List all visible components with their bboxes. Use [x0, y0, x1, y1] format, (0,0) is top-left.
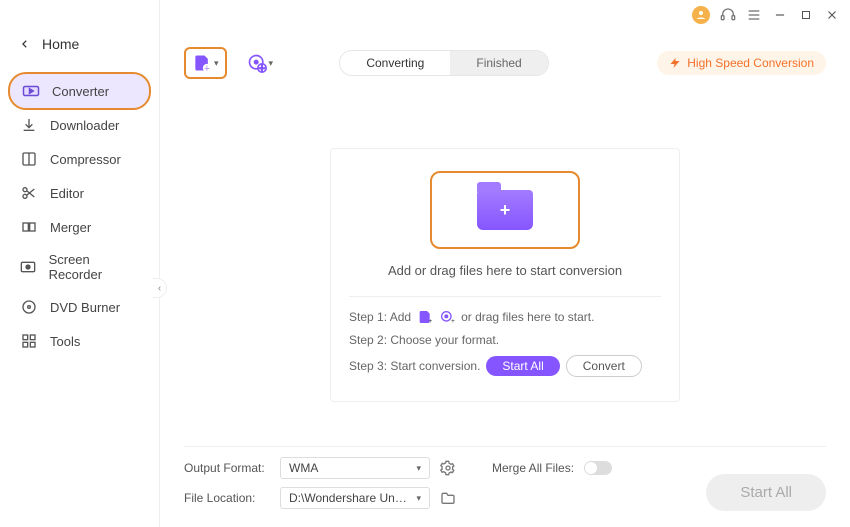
lightning-icon [669, 57, 681, 69]
settings-icon[interactable] [440, 460, 456, 476]
toolbar: ＋ ▾ ＋ ▾ Converting Finished High Speed C… [184, 42, 826, 84]
add-disc-icon: ＋ [247, 53, 267, 73]
file-location-select[interactable]: D:\Wondershare UniConverter 1 ▾ [280, 487, 430, 509]
open-folder-icon[interactable] [440, 491, 456, 505]
merger-icon [20, 218, 38, 236]
dropzone-text: Add or drag files here to start conversi… [349, 263, 661, 278]
add-files-dropzone[interactable]: + [430, 171, 580, 249]
back-icon [20, 39, 30, 49]
sidebar-item-converter[interactable]: Converter [10, 74, 149, 108]
output-format-value: WMA [289, 461, 318, 475]
grid-icon [20, 332, 38, 350]
tab-converting[interactable]: Converting [340, 51, 450, 75]
scissors-icon [20, 184, 38, 202]
dropzone: + Add or drag files here to start conver… [330, 148, 680, 402]
sidebar-item-tools[interactable]: Tools [0, 324, 159, 358]
svg-text:＋: ＋ [204, 65, 211, 73]
svg-text:+: + [451, 318, 455, 325]
maximize-button[interactable] [798, 7, 814, 23]
add-file-button[interactable]: ＋ ▾ [184, 47, 227, 79]
step1-pre: Step 1: Add [349, 310, 411, 324]
sidebar-item-editor[interactable]: Editor [0, 176, 159, 210]
folder-plus-icon: + [477, 190, 533, 230]
sidebar-item-label: DVD Burner [50, 300, 120, 315]
high-speed-label: High Speed Conversion [687, 56, 814, 70]
merge-label: Merge All Files: [492, 461, 574, 475]
compressor-icon [20, 150, 38, 168]
step-3: Step 3: Start conversion. Start All Conv… [349, 355, 661, 377]
menu-icon[interactable] [746, 7, 762, 23]
output-format-select[interactable]: WMA ▾ [280, 457, 430, 479]
sidebar-item-label: Downloader [50, 118, 119, 133]
add-file-mini-icon[interactable]: + [417, 309, 433, 325]
sidebar: Home Converter Downloader Compressor Edi… [0, 0, 160, 527]
tabs-segmented: Converting Finished [339, 50, 548, 76]
file-location-value: D:\Wondershare UniConverter 1 [289, 491, 409, 505]
sidebar-nav: Converter Downloader Compressor Editor M… [0, 74, 159, 358]
user-avatar[interactable] [692, 6, 710, 24]
sidebar-item-screen-recorder[interactable]: Screen Recorder [0, 244, 159, 290]
file-location-label: File Location: [184, 491, 270, 505]
close-button[interactable] [824, 7, 840, 23]
home-label: Home [42, 36, 79, 52]
sidebar-item-compressor[interactable]: Compressor [0, 142, 159, 176]
add-disc-mini-icon[interactable]: + [439, 309, 455, 325]
headset-icon[interactable] [720, 7, 736, 23]
footer: Output Format: WMA ▾ Merge All Files: Fi… [184, 446, 826, 517]
step-2: Step 2: Choose your format. [349, 333, 661, 347]
tab-finished[interactable]: Finished [450, 51, 547, 75]
sidebar-item-label: Compressor [50, 152, 121, 167]
merge-toggle[interactable] [584, 461, 612, 475]
high-speed-badge[interactable]: High Speed Conversion [657, 51, 826, 75]
add-button-group: ＋ ▾ ＋ ▾ [184, 47, 279, 79]
sidebar-item-label: Merger [50, 220, 91, 235]
convert-mini-button[interactable]: Convert [566, 355, 642, 377]
disc-icon [20, 298, 38, 316]
step3-text: Step 3: Start conversion. [349, 359, 480, 373]
add-file-icon: ＋ [192, 53, 212, 73]
step1-post: or drag files here to start. [461, 310, 594, 324]
start-all-button[interactable]: Start All [706, 474, 826, 511]
sidebar-item-label: Screen Recorder [49, 252, 139, 282]
svg-text:＋: ＋ [258, 65, 265, 73]
minimize-button[interactable] [772, 7, 788, 23]
sidebar-item-label: Converter [52, 84, 109, 99]
start-all-mini-button[interactable]: Start All [486, 356, 559, 376]
home-nav[interactable]: Home [0, 28, 159, 68]
step-1: Step 1: Add + + or drag files here to st… [349, 309, 661, 325]
chevron-down-icon: ▾ [269, 58, 274, 69]
recorder-icon [20, 258, 37, 276]
steps-panel: Step 1: Add + + or drag files here to st… [349, 296, 661, 377]
sidebar-item-label: Editor [50, 186, 84, 201]
output-format-label: Output Format: [184, 461, 270, 475]
window-titlebar [692, 6, 840, 24]
chevron-down-icon: ▾ [416, 493, 421, 504]
chevron-down-icon: ▾ [214, 58, 219, 69]
sidebar-item-label: Tools [50, 334, 80, 349]
chevron-down-icon: ▾ [416, 463, 421, 474]
add-disc-button[interactable]: ＋ ▾ [241, 49, 280, 77]
svg-text:+: + [428, 318, 432, 325]
converter-icon [22, 82, 40, 100]
sidebar-item-merger[interactable]: Merger [0, 210, 159, 244]
download-icon [20, 116, 38, 134]
sidebar-item-dvd-burner[interactable]: DVD Burner [0, 290, 159, 324]
sidebar-item-downloader[interactable]: Downloader [0, 108, 159, 142]
